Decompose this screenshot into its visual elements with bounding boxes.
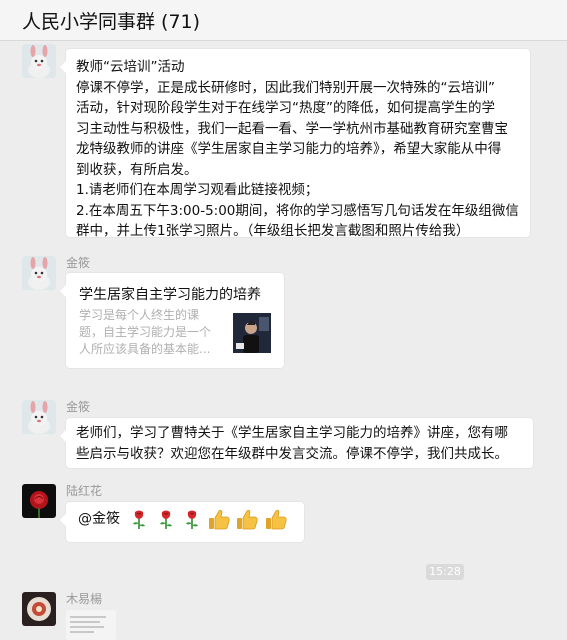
message-line: 1.请老师们在本周学习观看此链接视频； xyxy=(76,182,319,198)
rose-icon xyxy=(185,510,198,529)
avatar[interactable] xyxy=(22,484,56,518)
rose-icon xyxy=(159,510,172,529)
avatar-bunny-image xyxy=(22,44,56,78)
sender-name: 木易楊 xyxy=(66,592,103,606)
message-line: 龙特级教师的讲座《学生居家自主学习能力的培养》，希望大家能从中得 xyxy=(76,141,502,157)
avatar-photo-image xyxy=(22,592,56,626)
avatar[interactable] xyxy=(22,400,56,434)
message-bubble[interactable]: @金筱 xyxy=(60,502,304,542)
rose-icon xyxy=(133,510,146,529)
thumbs-up-icon xyxy=(237,509,259,530)
avatar-bunny-image xyxy=(22,256,56,290)
timestamp-badge: 15:28 xyxy=(426,564,464,580)
avatar[interactable] xyxy=(22,592,56,626)
thumbs-up-icon xyxy=(265,509,287,530)
message-line: 2.在本周五下午3:00-5:00期间，将你的学习感悟写几句话发在年级组微信 xyxy=(76,202,519,219)
message-line: 群中，并上传1张学习照片。（年级组长把发言截图和照片传给我） xyxy=(76,223,470,239)
avatar[interactable] xyxy=(22,256,56,290)
avatar-bunny-image xyxy=(22,400,56,434)
message-line: 习主动性与积极性，我们一起看一看、学一学杭州市基础教育研究室曹宝 xyxy=(76,120,508,137)
message-bubble[interactable]: 老师们，学习了曹特关于《学生居家自主学习能力的培养》讲座，您有哪 些启示与收获？… xyxy=(60,418,533,468)
sender-name: 金筱 xyxy=(66,256,91,270)
message-line: 老师们，学习了曹特关于《学生居家自主学习能力的培养》讲座，您有哪 xyxy=(76,425,508,441)
message-line: 停课不停学，正是成长研修时，因此我们特别开展一次特殊的“云培训” xyxy=(76,79,495,96)
link-title: 学生居家自主学习能力的培养 xyxy=(79,287,261,303)
avatar[interactable] xyxy=(22,44,56,78)
message-line: 活动，针对现阶段学生对于在线学习“热度”的降低，如何提高学生的学 xyxy=(76,100,495,116)
emoji-row: @金筱 xyxy=(78,508,288,530)
message-line: 教师“云培训”活动 xyxy=(76,59,185,75)
link-description: 学习是每个人终生的课 题，自主学习能力是一个 人所应该具备的基本能... xyxy=(79,308,212,356)
link-thumbnail xyxy=(233,313,271,353)
message-bubble[interactable]: 教师“云培训”活动 停课不停学，正是成长研修时，因此我们特别开展一次特殊的“云培… xyxy=(60,49,530,239)
group-title: 人民小学同事群 (71) xyxy=(22,11,201,33)
link-card[interactable]: 学生居家自主学习能力的培养 学习是每个人终生的课 题，自主学习能力是一个 人所应… xyxy=(60,273,284,368)
thumbs-up-icon xyxy=(209,509,230,530)
sender-name: 陆红花 xyxy=(66,484,103,498)
sender-name: 金筱 xyxy=(66,400,91,414)
chat-header: 人民小学同事群 (71) xyxy=(0,0,567,41)
message-line: 些启示与收获？欢迎您在年级群中发言交流。停课不停学，我们共成长。 xyxy=(76,445,508,462)
message-line: 到收获，有所启发。 xyxy=(76,161,198,178)
avatar-rose-image xyxy=(22,484,56,518)
mention[interactable]: @金筱 xyxy=(78,509,120,530)
